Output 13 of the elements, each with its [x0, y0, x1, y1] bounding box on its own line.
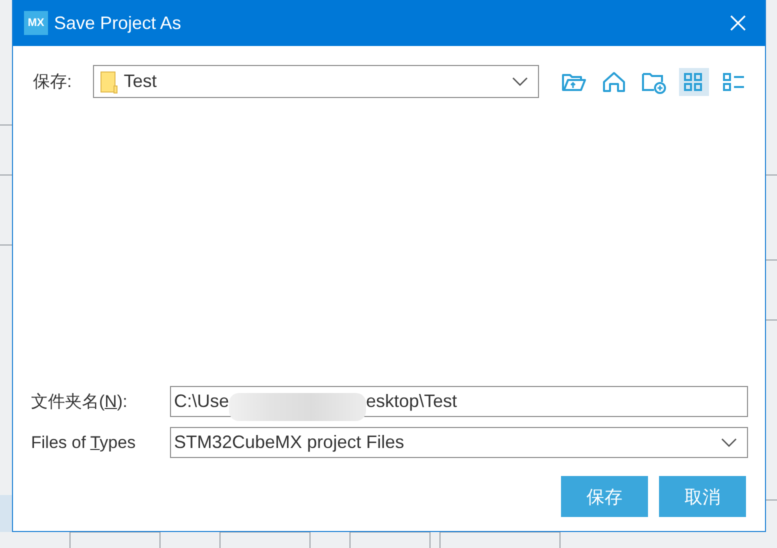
file-name-label: 文件夹名(N): — [31, 391, 128, 413]
save-in-label: 保存: — [33, 71, 72, 93]
folder-dropdown[interactable]: Test — [92, 65, 539, 98]
file-type-label: Files of Types — [31, 432, 137, 452]
app-logo: MX — [24, 11, 48, 35]
home-icon — [600, 70, 627, 94]
dropdown-caret-icon — [512, 76, 528, 86]
window-title: Save Project As — [54, 12, 182, 34]
toolbar-button[interactable] — [678, 68, 709, 96]
dropdown-caret-icon — [721, 438, 737, 448]
file-type-dropdown[interactable]: STM32CubeMX project Files — [170, 427, 748, 458]
close-icon — [729, 14, 747, 32]
folder-icon — [100, 70, 118, 94]
